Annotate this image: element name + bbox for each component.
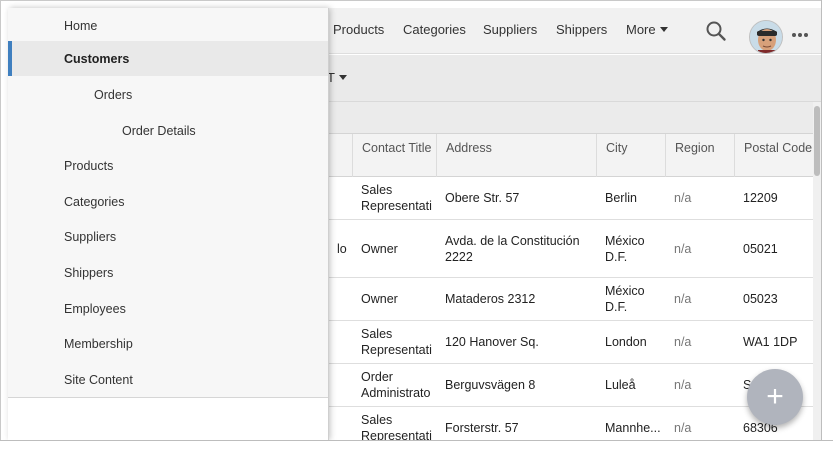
sidebar-item-customers[interactable]: Customers (8, 41, 328, 76)
cell-partial (328, 177, 352, 219)
vertical-scrollbar[interactable] (813, 102, 821, 440)
nav-more-label: More (626, 22, 656, 37)
cell-city: Berlin (605, 191, 637, 205)
cell-postal-code: 12209 (743, 191, 778, 205)
user-avatar[interactable] (749, 20, 783, 54)
cell-postal-code: 05023 (743, 292, 778, 306)
cell-address: Avda. de la Constitución 2222 (445, 233, 580, 264)
column-header-postal-code[interactable]: Postal Code (734, 134, 813, 177)
column-header-partial[interactable] (328, 134, 352, 177)
cell-address: Berguvsvägen 8 (445, 378, 536, 392)
column-header-city[interactable]: City (596, 134, 665, 177)
cell-address: 120 Hanover Sq. (445, 335, 539, 349)
cell-region: n/a (674, 191, 692, 205)
cell-city: Luleå (605, 378, 636, 392)
column-header-region[interactable]: Region (665, 134, 734, 177)
sidebar-item-products[interactable]: Products (8, 148, 328, 183)
cell-postal-code: 05021 (743, 241, 778, 256)
sidebar-item-home[interactable]: Home (8, 8, 328, 43)
table-body: Sales Representati Obere Str. 57 Berlin … (328, 177, 813, 440)
sidebar-item-orders[interactable]: Orders (8, 77, 328, 112)
cell-contact-title: Order Administrato (361, 370, 431, 400)
cell-contact-title: Sales Representati (361, 183, 432, 213)
cell-partial (328, 278, 352, 320)
scrollbar-thumb[interactable] (814, 106, 820, 176)
cell-partial (328, 364, 352, 406)
cell-region: n/a (674, 241, 692, 256)
cell-region: n/a (674, 421, 692, 435)
cell-contact-title: Sales Representati (361, 413, 432, 440)
nav-link-products[interactable]: Products (333, 22, 384, 37)
sidebar-item-site-content[interactable]: Site Content (8, 362, 328, 397)
table-row[interactable]: Sales Representati 120 Hanover Sq. Londo… (328, 321, 813, 364)
chevron-down-icon (338, 75, 347, 80)
cell-partial (328, 407, 352, 440)
cell-city: México D.F. (605, 233, 645, 264)
window-border-right (821, 0, 833, 449)
cell-address: Mataderos 2312 (445, 292, 536, 306)
cell-contact-title: Sales Representati (361, 327, 432, 357)
cell-contact-title: Owner (361, 292, 398, 306)
cell-partial: lo (337, 241, 347, 256)
sidebar-menu: Home Customers Orders Order Details Prod… (8, 8, 328, 397)
table-row[interactable]: Owner Mataderos 2312 México D.F. n/a 050… (328, 278, 813, 321)
column-header-contact-title[interactable]: Contact Title (352, 134, 436, 177)
cell-address: Forsterstr. 57 (445, 421, 519, 435)
drawer-footer (8, 398, 328, 440)
sidebar-item-order-details[interactable]: Order Details (8, 113, 328, 148)
cell-region: n/a (674, 335, 692, 349)
nav-link-suppliers[interactable]: Suppliers (483, 22, 537, 37)
side-drawer: Home Customers Orders Order Details Prod… (8, 8, 329, 440)
cell-contact-title: Owner (361, 241, 398, 256)
sidebar-item-shippers[interactable]: Shippers (8, 255, 328, 290)
cell-region: n/a (674, 292, 692, 306)
cell-address: Obere Str. 57 (445, 191, 520, 205)
sidebar-item-suppliers[interactable]: Suppliers (8, 219, 328, 254)
more-horizontal-icon[interactable] (791, 27, 809, 41)
drawer-edge (328, 8, 329, 440)
view-selector[interactable]: T (327, 70, 347, 85)
sidebar-item-categories[interactable]: Categories (8, 184, 328, 219)
nav-more-menu[interactable]: More (626, 22, 668, 37)
table-row[interactable]: Order Administrato Berguvsvägen 8 Luleå … (328, 364, 813, 407)
table-header: Contact Title Address City Region Postal… (328, 134, 813, 177)
nav-link-categories[interactable]: Categories (403, 22, 466, 37)
cell-partial (328, 321, 352, 363)
sidebar-item-employees[interactable]: Employees (8, 291, 328, 326)
cell-region: n/a (674, 378, 692, 392)
cell-city: Mannhe... (605, 421, 661, 435)
column-header-address[interactable]: Address (436, 134, 596, 177)
search-icon[interactable] (705, 20, 727, 45)
nav-link-shippers[interactable]: Shippers (556, 22, 607, 37)
table-row[interactable]: lo Owner Avda. de la Constitución 2222 M… (328, 220, 813, 278)
cell-postal-code: WA1 1DP (743, 335, 798, 349)
table-row[interactable]: Sales Representati Forsterstr. 57 Mannhe… (328, 407, 813, 440)
cell-city: London (605, 335, 647, 349)
plus-icon: + (766, 380, 784, 413)
table-row[interactable]: Sales Representati Obere Str. 57 Berlin … (328, 177, 813, 220)
chevron-down-icon (659, 27, 668, 32)
add-fab-button[interactable]: + (747, 369, 803, 425)
sidebar-item-membership[interactable]: Membership (8, 326, 328, 361)
cell-city: México D.F. (605, 284, 645, 314)
window-border-bottom (0, 440, 833, 449)
